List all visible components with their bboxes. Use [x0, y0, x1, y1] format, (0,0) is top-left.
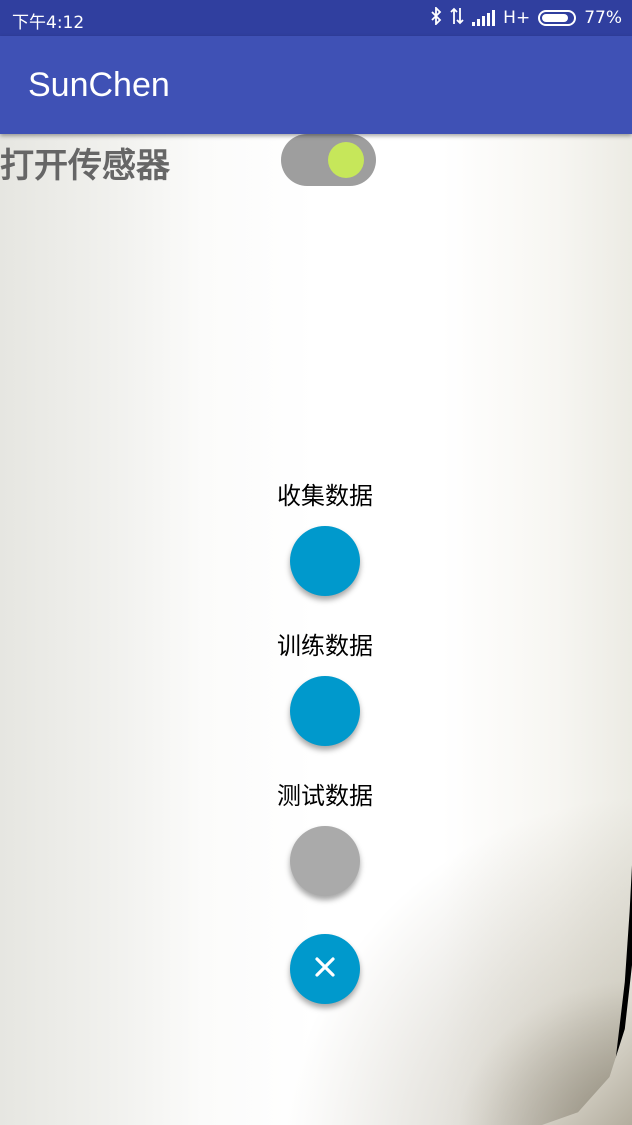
- app-title: SunChen: [28, 66, 170, 104]
- battery-icon: [538, 10, 577, 26]
- battery-percent: 77%: [584, 8, 622, 28]
- train-data-button[interactable]: [290, 676, 360, 746]
- sensor-switch[interactable]: [281, 134, 376, 186]
- status-icons: H+ 77%: [430, 5, 622, 29]
- signal-icon: [472, 10, 496, 26]
- fab-label-train: 训练数据: [277, 632, 373, 660]
- fab-label-test: 测试数据: [277, 782, 373, 810]
- fab-label-collect: 收集数据: [277, 482, 373, 510]
- sensor-label: 打开传感器: [0, 146, 170, 186]
- bluetooth-icon: [430, 5, 442, 29]
- close-icon: [314, 956, 336, 982]
- fab-close-button[interactable]: [290, 934, 360, 1004]
- content-area: 打开传感器 收集数据 训练数据 测试数据: [0, 134, 632, 1125]
- network-type: H+: [503, 8, 531, 28]
- collect-data-button[interactable]: [290, 526, 360, 596]
- status-bar: 下午4:12 H+ 77%: [0, 0, 632, 36]
- data-transfer-icon: [450, 7, 464, 29]
- screen: 下午4:12 H+ 77% SunChen 打开传感器 收集数据 训练数据 测试…: [0, 0, 632, 1125]
- status-time: 下午4:12: [12, 13, 85, 33]
- app-bar: SunChen: [0, 36, 632, 134]
- switch-thumb[interactable]: [328, 142, 364, 178]
- test-data-button[interactable]: [290, 826, 360, 896]
